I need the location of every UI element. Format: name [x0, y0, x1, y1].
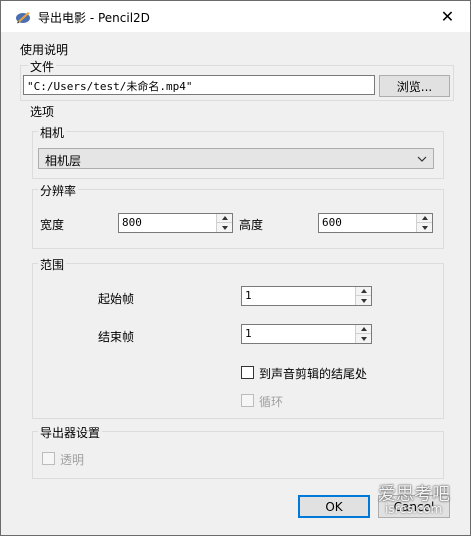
- width-stepper: [216, 214, 232, 232]
- end-frame-decrement-button[interactable]: [356, 334, 371, 343]
- height-value: 600: [322, 216, 342, 229]
- range-groupbox: [32, 263, 444, 419]
- camera-select-value: 相机层: [45, 154, 82, 168]
- exporter-settings-group-title: 导出器设置: [38, 424, 103, 441]
- window-title: 导出电影 - Pencil2D: [38, 11, 150, 25]
- chevron-down-icon: [417, 153, 427, 163]
- start-frame-spinbox[interactable]: 1: [241, 286, 372, 306]
- end-frame-stepper: [355, 325, 371, 343]
- watermark-url: isres.com: [385, 502, 443, 516]
- camera-select[interactable]: 相机层: [38, 148, 434, 169]
- resolution-group-title: 分辨率: [38, 182, 79, 199]
- end-frame-label: 结束帧: [98, 330, 135, 344]
- height-label: 高度: [239, 218, 264, 232]
- start-frame-decrement-button[interactable]: [356, 296, 371, 305]
- options-label: 选项: [30, 105, 55, 119]
- instructions-label[interactable]: 使用说明: [20, 41, 68, 58]
- to-audio-end-checkbox[interactable]: [241, 366, 254, 379]
- close-button[interactable]: ✕: [425, 1, 470, 32]
- loop-label: 循环: [259, 395, 284, 409]
- width-increment-button[interactable]: [217, 214, 232, 223]
- width-value: 800: [122, 216, 142, 229]
- title-bar: 导出电影 - Pencil2D ✕: [1, 1, 470, 32]
- end-frame-value: 1: [245, 327, 252, 340]
- width-decrement-button[interactable]: [217, 223, 232, 232]
- file-group-title: 文件: [28, 58, 57, 75]
- start-frame-increment-button[interactable]: [356, 287, 371, 296]
- loop-checkbox[interactable]: [241, 394, 254, 407]
- start-frame-stepper: [355, 287, 371, 305]
- width-label: 宽度: [40, 218, 65, 232]
- height-decrement-button[interactable]: [417, 223, 432, 232]
- height-spinbox[interactable]: 600: [318, 213, 433, 233]
- end-frame-increment-button[interactable]: [356, 325, 371, 334]
- close-icon: ✕: [440, 7, 455, 26]
- browse-button[interactable]: 浏览...: [379, 75, 450, 97]
- end-frame-spinbox[interactable]: 1: [241, 324, 372, 344]
- range-group-title: 范围: [38, 256, 67, 273]
- start-frame-label: 起始帧: [98, 292, 135, 306]
- transparency-label: 透明: [60, 453, 85, 467]
- file-path-input[interactable]: "C:/Users/test/未命名.mp4": [23, 75, 375, 95]
- pencil2d-app-icon: [15, 9, 31, 25]
- height-stepper: [416, 214, 432, 232]
- transparency-checkbox[interactable]: [42, 452, 55, 465]
- camera-group-title: 相机: [38, 124, 67, 141]
- height-increment-button[interactable]: [417, 214, 432, 223]
- width-spinbox[interactable]: 800: [118, 213, 233, 233]
- start-frame-value: 1: [245, 289, 252, 302]
- ok-button[interactable]: OK: [298, 495, 370, 518]
- export-movie-dialog: 导出电影 - Pencil2D ✕ 使用说明 文件 "C:/Users/test…: [0, 0, 471, 536]
- to-audio-end-label[interactable]: 到声音剪辑的结尾处: [259, 365, 367, 382]
